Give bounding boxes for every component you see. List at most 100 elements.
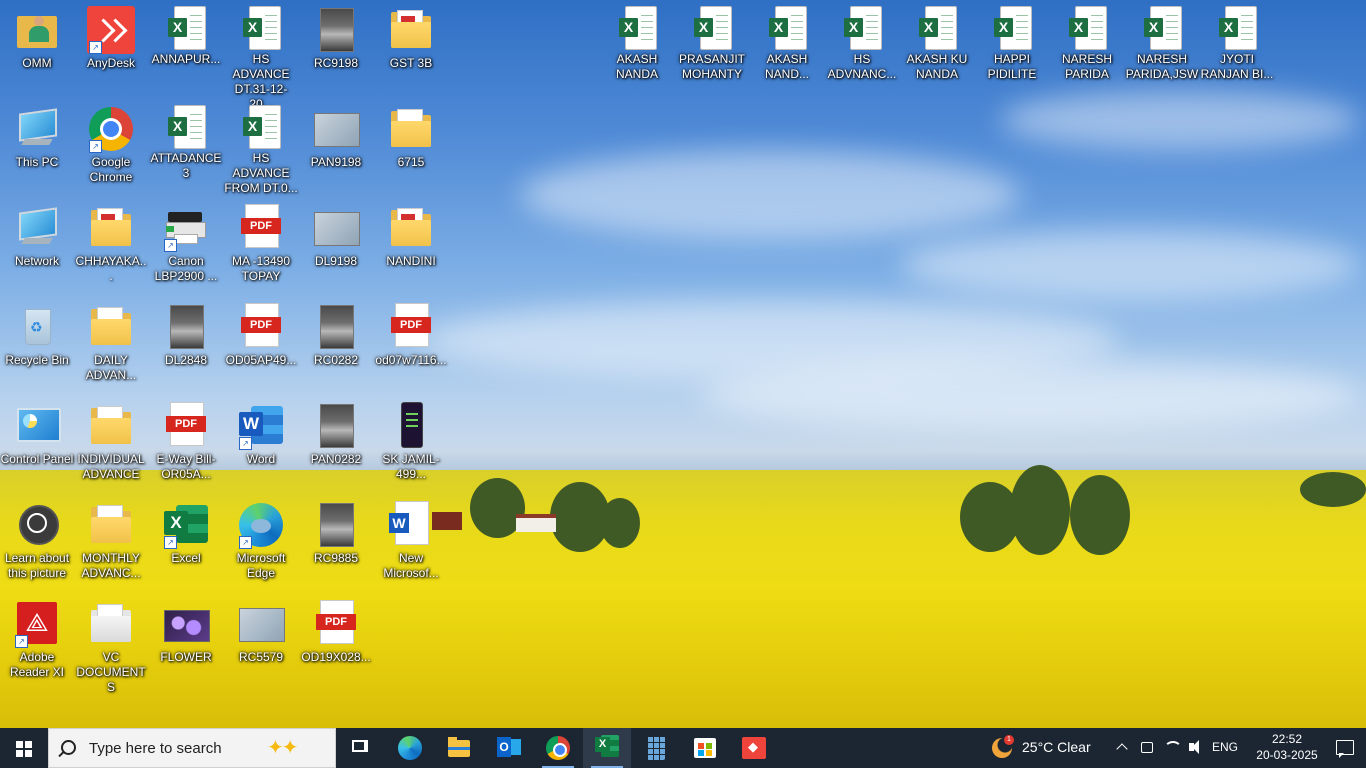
calculator-icon — [647, 736, 665, 760]
desktop-icon-label: OMM — [22, 56, 52, 70]
desktop-icon-label: PRASANJIT MOHANTY — [678, 52, 745, 81]
desktop-icon-label: HS ADVANCE FROM DT.0... — [224, 151, 298, 195]
desktop-icon-label: E-Way Bill-OR05A... — [156, 452, 216, 481]
desktop-icon-microsoft-edge[interactable]: ↗ Microsoft Edge — [224, 495, 298, 587]
network-wifi-icon[interactable] — [1162, 728, 1182, 768]
desktop-icon-label: DL2848 — [164, 353, 208, 367]
desktop-icon-hs-advnanc[interactable]: X HS ADVNANC... — [825, 0, 899, 92]
desktop-icon-adobe-reader-xi[interactable]: ⟁ ↗ Adobe Reader XI — [0, 594, 74, 686]
desktop-icon-dl9198[interactable]: DL9198 — [299, 198, 373, 290]
desktop-icon-label: Word — [246, 452, 276, 466]
desktop-icon-e-way-bill-or05a[interactable]: PDF E-Way Bill-OR05A... — [149, 396, 223, 488]
desktop-icon-label: Control Panel — [0, 452, 74, 466]
desktop-icon-label: INDIVIDUAL ADVANCE — [77, 452, 145, 481]
excel-file-icon: X — [1219, 6, 1257, 50]
photo-icon — [312, 6, 360, 54]
taskbar-edge-button[interactable] — [386, 728, 434, 768]
excel-file-icon: X — [919, 6, 957, 50]
desktop-icon-chhayaka[interactable]: CHHAYAKA... — [74, 198, 148, 290]
start-button[interactable] — [0, 728, 48, 768]
desktop-icon-excel[interactable]: X ↗ Excel — [149, 495, 223, 587]
desktop-icon-word[interactable]: W ↗ Word — [224, 396, 298, 488]
desktop-icon-naresh-parida[interactable]: X NARESH PARIDA — [1050, 0, 1124, 92]
desktop-icon-control-panel[interactable]: Control Panel — [0, 396, 74, 488]
desktop-icon-akash-nanda[interactable]: X AKASH NANDA — [600, 0, 674, 92]
show-hidden-icons-chevron-icon[interactable] — [1114, 728, 1132, 768]
excel-file-icon: X — [994, 6, 1032, 50]
desktop-icon-daily-advan[interactable]: DAILY ADVAN... — [74, 297, 148, 389]
desktop-icon-jyoti-ranjan-bi[interactable]: X JYOTI RANJAN BI... — [1200, 0, 1274, 92]
taskbar-excel-button[interactable]: X — [583, 728, 631, 768]
desktop-icon-this-pc[interactable]: This PC — [0, 99, 74, 191]
desktop-icon-attadance-3[interactable]: X ATTADANCE 3 — [149, 99, 223, 191]
input-language-indicator[interactable]: ENG — [1212, 740, 1238, 780]
desktop-icon-anydesk[interactable]: ↗ AnyDesk — [74, 0, 148, 92]
desktop-icon-pan9198[interactable]: PAN9198 — [299, 99, 373, 191]
desktop-icon-happi-pidilite[interactable]: X HAPPI PIDILITE — [975, 0, 1049, 92]
desktop-icon-sk-jamil-499[interactable]: SK JAMIL-499... — [374, 396, 448, 488]
desktop-icon-pan0282[interactable]: PAN0282 — [299, 396, 373, 488]
task-view-icon — [352, 740, 366, 752]
taskbar-calculator-button[interactable] — [632, 728, 680, 768]
excel-file-icon: X — [1144, 6, 1182, 50]
desktop-icon-od07w7116[interactable]: PDF od07w7116... — [374, 297, 448, 389]
desktop-icon-label: DL9198 — [314, 254, 358, 268]
desktop-icon-od05ap49[interactable]: PDF OD05AP49... — [224, 297, 298, 389]
taskbar-search-box[interactable]: Type here to search ✦✦ — [48, 728, 336, 768]
desktop-icon-label: HS ADVNANC... — [827, 52, 897, 81]
desktop-icon-label: AnyDesk — [86, 56, 136, 70]
pdf-folder-icon — [387, 204, 435, 252]
desktop-icon-vc-documents[interactable]: VC DOCUMENTS — [74, 594, 148, 694]
taskbar: Type here to search ✦✦ O X 1 25°C Clear — [0, 728, 1366, 768]
control-panel-icon — [13, 402, 61, 450]
desktop-icon-naresh-parida-jsw[interactable]: X NARESH PARIDA,JSW — [1125, 0, 1199, 92]
desktop-icon-recycle-bin[interactable]: ♻ Recycle Bin — [0, 297, 74, 389]
taskbar-outlook-button[interactable]: O — [485, 728, 533, 768]
desktop-icon-prasanjit-mohanty[interactable]: X PRASANJIT MOHANTY — [675, 0, 749, 92]
excel-file-icon: X — [619, 6, 657, 50]
desktop-icon-label: OD19X028... — [301, 650, 371, 664]
taskbar-store-button[interactable] — [681, 728, 729, 768]
desktop-icon-hs-advance-dt-31-12-20[interactable]: X HS ADVANCE DT.31-12-20... — [224, 0, 298, 111]
desktop-icon-new-microsof[interactable]: W New Microsof... — [374, 495, 448, 587]
desktop-icon-omm[interactable]: OMM — [0, 0, 74, 92]
desktop-icon-dl2848[interactable]: DL2848 — [149, 297, 223, 389]
desktop-icon-annapur[interactable]: X ANNAPUR... — [149, 0, 223, 92]
desktop-icon-akash-ku-nanda[interactable]: X AKASH KU NANDA — [900, 0, 974, 92]
desktop-icon-learn-about-this-picture[interactable]: Learn about this picture — [0, 495, 74, 587]
photo-icon — [312, 402, 360, 450]
volume-icon[interactable] — [1186, 728, 1206, 768]
desktop-icon-individual-advance[interactable]: INDIVIDUAL ADVANCE — [74, 396, 148, 488]
weather-widget[interactable]: 1 25°C Clear — [990, 728, 1100, 768]
desktop-icon-6715[interactable]: 6715 — [374, 99, 448, 191]
taskbar-chrome-button[interactable] — [534, 728, 582, 768]
pdf-icon: PDF — [237, 303, 285, 351]
desktop-icon-gst-3b[interactable]: GST 3B — [374, 0, 448, 92]
desktop-icon-flower[interactable]: FLOWER — [149, 594, 223, 686]
desktop-icon-hs-advance-from-dt-0[interactable]: X HS ADVANCE FROM DT.0... — [224, 99, 298, 195]
pdf-folder-icon — [387, 6, 435, 54]
desktop-icon-rc9885[interactable]: RC9885 — [299, 495, 373, 587]
desktop-icon-google-chrome[interactable]: ↗ Google Chrome — [74, 99, 148, 191]
desktop-icon-rc0282[interactable]: RC0282 — [299, 297, 373, 389]
shortcut-arrow-icon: ↗ — [15, 635, 28, 648]
desktop-icon-od19x028[interactable]: PDF OD19X028... — [299, 594, 373, 686]
learn-icon — [13, 501, 61, 549]
task-view-button[interactable] — [336, 728, 384, 768]
desktop-icon-rc5579[interactable]: RC5579 — [224, 594, 298, 686]
desktop-icon-akash-nand[interactable]: X AKASH NAND... — [750, 0, 824, 92]
desktop-icon-canon-lbp2900[interactable]: ↗ Canon LBP2900 ... — [149, 198, 223, 290]
meet-now-icon[interactable] — [1138, 728, 1156, 768]
system-clock[interactable]: 22:52 20-03-2025 — [1252, 731, 1322, 763]
taskbar-file-explorer-button[interactable] — [435, 728, 483, 768]
notification-center-icon[interactable] — [1322, 728, 1366, 768]
desktop-icon-monthly-advanc[interactable]: MONTHLY ADVANC... — [74, 495, 148, 587]
pdf-folder-icon — [87, 204, 135, 252]
desktop-icon-nandini[interactable]: NANDINI — [374, 198, 448, 290]
desktop-icon-network[interactable]: Network — [0, 198, 74, 290]
desktop-icon-rc9198[interactable]: RC9198 — [299, 0, 373, 92]
desktop-icon-ma-13490-topay[interactable]: PDF MA -13490 TOPAY — [224, 198, 298, 290]
taskbar-anydesk-button[interactable] — [730, 728, 778, 768]
desktop-icon-label: ATTADANCE 3 — [150, 151, 222, 180]
desktop-icon-label: CHHAYAKA... — [75, 254, 147, 283]
